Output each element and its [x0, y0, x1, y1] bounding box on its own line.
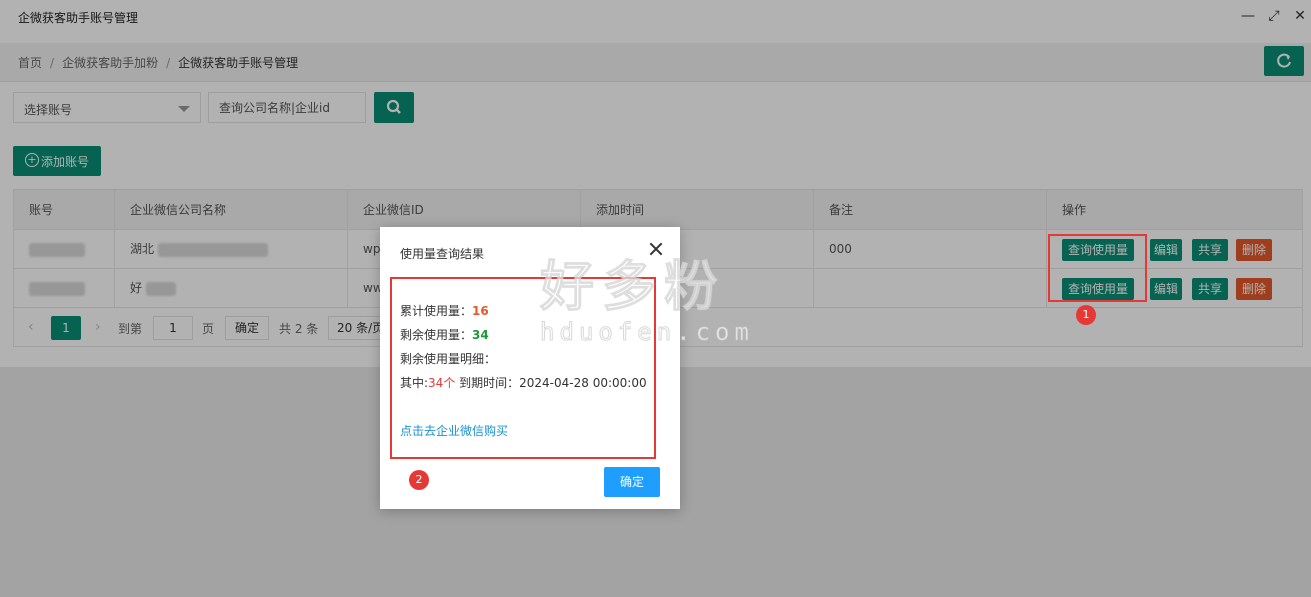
highlight-box-query-buttons: [1048, 234, 1147, 302]
watermark-cn: 好多粉: [540, 255, 726, 319]
watermark-en: hduofen.com: [540, 318, 754, 347]
annotation-badge-2: 2: [409, 470, 429, 490]
dialog-ok-button[interactable]: 确定: [604, 467, 660, 497]
dialog-title: 使用量查询结果: [400, 247, 485, 261]
annotation-badge-1: 1: [1076, 305, 1096, 325]
